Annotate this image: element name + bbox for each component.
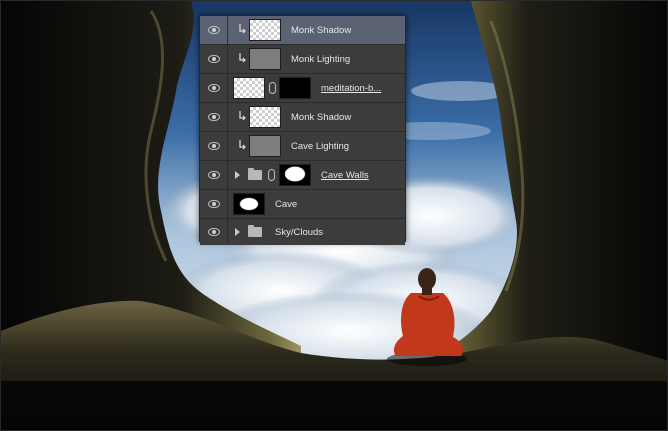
- eye-icon[interactable]: [208, 55, 220, 63]
- eye-icon[interactable]: [208, 84, 220, 92]
- layer-mask-thumbnail[interactable]: [279, 77, 311, 99]
- layer-row-meditation[interactable]: meditation-b...: [200, 74, 405, 103]
- clipping-arrow-icon: [239, 140, 246, 150]
- layer-name: Cave: [275, 198, 298, 210]
- expand-arrow-icon[interactable]: [235, 228, 240, 236]
- layer-thumbnail: [233, 193, 265, 215]
- layer-name: Cave Lighting: [291, 140, 350, 152]
- layer-row-cave-walls-group[interactable]: Cave Walls: [200, 161, 405, 190]
- eye-icon[interactable]: [208, 26, 220, 34]
- visibility-toggle[interactable]: [200, 103, 228, 131]
- layer-name: Monk Shadow: [291, 24, 352, 36]
- visibility-toggle[interactable]: [200, 190, 228, 218]
- layers-panel: Monk Shadow Monk Lighting meditation-b..…: [199, 15, 406, 245]
- visibility-toggle[interactable]: [200, 219, 228, 245]
- layer-row-sky-clouds-group[interactable]: Sky/Clouds: [200, 219, 405, 245]
- link-chain-icon[interactable]: [268, 169, 275, 181]
- visibility-toggle[interactable]: [200, 161, 228, 189]
- layer-thumbnail: [249, 19, 281, 41]
- link-chain-icon[interactable]: [269, 82, 276, 94]
- visibility-toggle[interactable]: [200, 45, 228, 73]
- layer-row-monk-shadow-top[interactable]: Monk Shadow: [200, 16, 405, 45]
- expand-arrow-icon[interactable]: [235, 171, 240, 179]
- layer-name: meditation-b...: [321, 82, 382, 94]
- layer-name: Monk Lighting: [291, 53, 351, 65]
- layer-thumbnail: [249, 135, 281, 157]
- layer-row-cave-lighting[interactable]: Cave Lighting: [200, 132, 405, 161]
- layer-row-monk-lighting[interactable]: Monk Lighting: [200, 45, 405, 74]
- layer-name: Sky/Clouds: [275, 226, 324, 238]
- layer-thumbnail: [249, 106, 281, 128]
- folder-icon: [248, 225, 262, 237]
- clipping-arrow-icon: [239, 111, 246, 121]
- eye-icon[interactable]: [208, 171, 220, 179]
- layer-row-cave[interactable]: Cave: [200, 190, 405, 219]
- layer-name: Monk Shadow: [291, 111, 352, 123]
- eye-icon[interactable]: [208, 228, 220, 236]
- folder-icon: [248, 168, 262, 180]
- layer-thumbnail: [233, 77, 265, 99]
- layer-row-monk-shadow[interactable]: Monk Shadow: [200, 103, 405, 132]
- layer-name: Cave Walls: [321, 169, 369, 181]
- visibility-toggle[interactable]: [200, 132, 228, 160]
- eye-icon[interactable]: [208, 113, 220, 121]
- layer-thumbnail: [249, 48, 281, 70]
- clipping-arrow-icon: [239, 53, 246, 63]
- clipping-arrow-icon: [239, 24, 246, 34]
- eye-icon[interactable]: [208, 200, 220, 208]
- eye-icon[interactable]: [208, 142, 220, 150]
- layer-mask-thumbnail[interactable]: [279, 164, 311, 186]
- visibility-toggle[interactable]: [200, 74, 228, 102]
- visibility-toggle[interactable]: [200, 16, 228, 44]
